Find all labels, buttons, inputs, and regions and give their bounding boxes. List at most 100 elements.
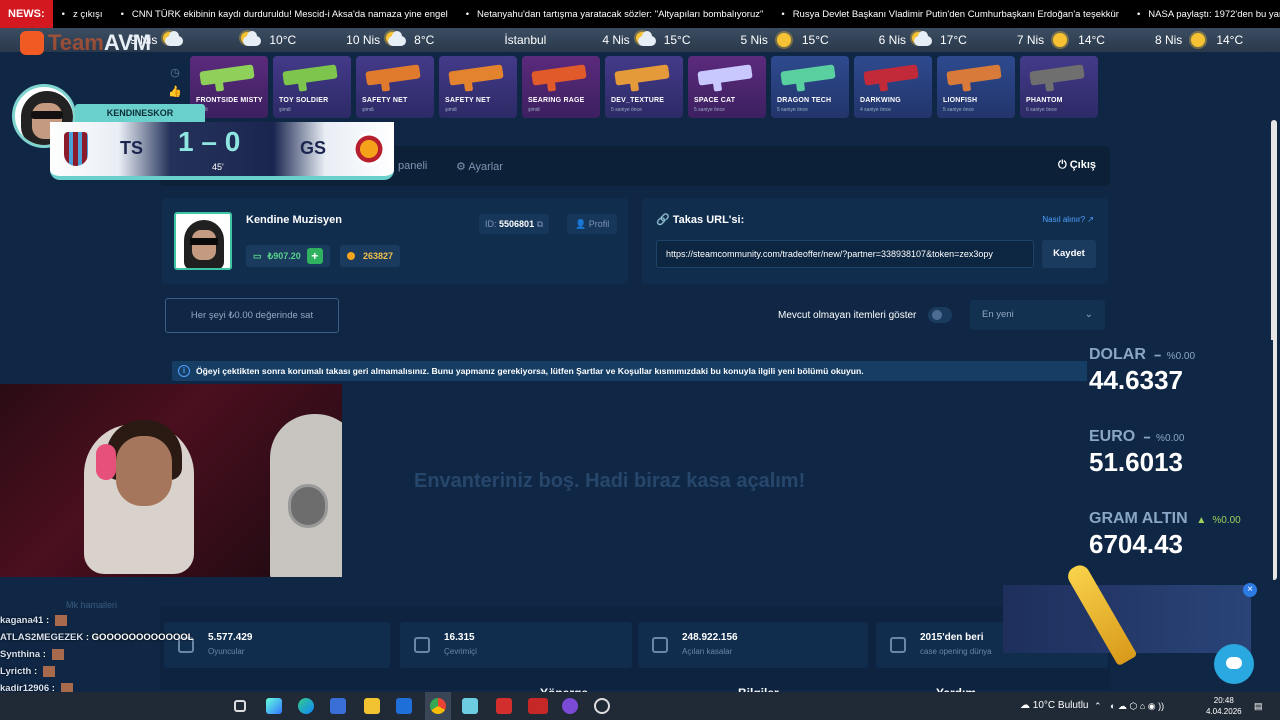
- drop-card[interactable]: SEARING RAGE şimdi: [522, 56, 600, 118]
- drop-name: SAFETY NET: [445, 97, 491, 104]
- clock-date: 4.04.2026: [1206, 707, 1242, 716]
- video-icon[interactable]: [528, 698, 548, 714]
- currency-row: DOLAR ━ %0.00 44.6337: [1089, 346, 1195, 396]
- currency-value: 6704.43: [1089, 529, 1183, 559]
- chrome-icon[interactable]: [430, 698, 446, 714]
- currency-change: %0.00: [1212, 515, 1241, 526]
- drop-card[interactable]: LIONFISH 5 saniye önce: [937, 56, 1015, 118]
- sell-all-button[interactable]: Her şeyi ₺0.00 değerinde sat: [165, 298, 339, 333]
- weapon-skin-icon: [697, 64, 753, 86]
- coins-chip: 263827: [340, 245, 401, 267]
- trade-url-input[interactable]: [656, 240, 1034, 268]
- headset-icon: [96, 444, 116, 480]
- user-icon: 👤: [575, 219, 589, 229]
- emote-icon: [42, 665, 55, 677]
- nav-settings[interactable]: ⚙ Ayarlar: [456, 160, 503, 173]
- weapon-skin-icon: [448, 64, 504, 86]
- taskbar-weather[interactable]: ☁ 10°C Bulutlu: [1020, 700, 1088, 711]
- stat-label: Çevrimiçi: [444, 647, 477, 656]
- stats-area: Mk hamaileri 5.577.429 Oyuncular 16.315 Çev…: [66, 600, 1110, 690]
- currency-value: 44.6337: [1089, 365, 1183, 395]
- scoreboard-overlay: KENDINESKOR TS 1 – 0 45' GS: [12, 84, 394, 182]
- save-trade-url-button[interactable]: Kaydet: [1042, 240, 1096, 268]
- partly-cloudy-icon: [241, 31, 263, 48]
- folder-icon[interactable]: [364, 698, 380, 714]
- chat-username: Lyricth: [0, 666, 32, 677]
- away-crest-icon: [355, 132, 383, 166]
- weather-day: 4 Nis: [602, 33, 630, 47]
- store-icon[interactable]: [330, 698, 346, 714]
- drop-time: 4 saniye önce: [860, 107, 891, 113]
- emote-icon: [51, 648, 64, 660]
- drop-name: SPACE CAT: [694, 97, 736, 104]
- app-icon[interactable]: [462, 698, 478, 714]
- obs-icon[interactable]: [594, 698, 610, 714]
- match-minute: 45': [212, 162, 224, 172]
- logo-prefix: Team: [48, 30, 104, 55]
- close-icon[interactable]: ×: [1243, 583, 1257, 597]
- weapon-skin-icon: [531, 64, 587, 86]
- team-avm-logo: Team AVM: [20, 30, 151, 56]
- tray-icons[interactable]: ◐ ☁ ⬡ ⌂ ◉ )): [1110, 701, 1164, 712]
- notification-icon[interactable]: ▤: [1254, 701, 1263, 712]
- outlook-icon[interactable]: [396, 698, 412, 714]
- weather-temp: 10°C: [269, 33, 297, 47]
- drop-time: 5 saniye önce: [611, 107, 642, 113]
- drop-card[interactable]: DARKWING 4 saniye önce: [854, 56, 932, 118]
- discord-icon[interactable]: [562, 698, 578, 714]
- currency-trend-icon: ━: [1141, 433, 1151, 444]
- copilot-icon[interactable]: [266, 698, 282, 714]
- show-unavailable-label: Mevcut olmayan itemleri göster: [778, 310, 917, 321]
- drop-time: şimdi: [528, 107, 540, 113]
- tray-chevron-icon[interactable]: ⌃: [1094, 701, 1102, 712]
- username: Kendine Muzisyen: [246, 214, 342, 226]
- currency-name: DOLAR: [1089, 346, 1146, 363]
- user-id[interactable]: ID: 5506801 ⧉: [479, 214, 550, 234]
- add-balance-button[interactable]: +: [306, 248, 323, 264]
- profile-button[interactable]: 👤 Profil: [567, 214, 618, 234]
- microphone-icon: [288, 484, 328, 528]
- weather-item: 10 Nis 8°C: [346, 31, 434, 48]
- clock-time: 20:48: [1213, 696, 1234, 705]
- weather-item: 8 Nis 14°C: [1155, 32, 1243, 48]
- drop-time: 6 saniye önce: [1026, 107, 1057, 113]
- weather-day: İstanbul: [504, 33, 547, 47]
- how-to-get-link[interactable]: Nasıl alınır? ↗: [1042, 215, 1094, 224]
- drop-name: LIONFISH: [943, 97, 978, 104]
- coin-icon: [347, 252, 355, 260]
- currency-change: %0.00: [1156, 433, 1185, 444]
- skull-logo-icon: [20, 31, 44, 55]
- task-view-icon[interactable]: [234, 700, 246, 712]
- thumbs-up-icon[interactable]: 👍: [168, 85, 182, 98]
- edge-icon[interactable]: [298, 698, 314, 714]
- stream-chat: kagana41 : ATLAS2MEGEZEK : GOOOOOOOOOOOO…: [0, 612, 200, 702]
- support-chat-button[interactable]: [1214, 644, 1254, 684]
- logout-button[interactable]: ⏻ Çıkış: [1058, 159, 1096, 172]
- webcam-feed: [0, 384, 342, 577]
- kick-icon[interactable]: [496, 698, 512, 714]
- id-value: 5506801: [499, 219, 535, 229]
- weapon-skin-icon: [282, 64, 338, 86]
- drop-card[interactable]: DEV_TEXTURE 5 saniye önce: [605, 56, 683, 118]
- taskbar-clock[interactable]: 20:48 4.04.2026: [1206, 695, 1242, 717]
- drop-card[interactable]: PHANTOM 6 saniye önce: [1020, 56, 1098, 118]
- show-unavailable-toggle[interactable]: [928, 307, 952, 323]
- weather-temp: 15°C: [801, 33, 829, 47]
- sort-select[interactable]: En yeni ⌄: [970, 300, 1105, 330]
- weather-day: 6 Nis: [878, 33, 906, 47]
- profile-card: Kendine Muzisyen ID: 5506801 ⧉ 👤 Profil …: [162, 198, 628, 284]
- avatar: [174, 212, 232, 270]
- nav-panel[interactable]: paneli: [398, 160, 427, 172]
- chat-username: ATLAS2MEGEZEK: [0, 632, 84, 643]
- weapon-skin-icon: [780, 64, 836, 86]
- drop-card[interactable]: SAFETY NET şimdi: [439, 56, 517, 118]
- stat-value: 2015'den beri: [920, 632, 984, 643]
- drop-card[interactable]: SPACE CAT 5 saniye önce: [688, 56, 766, 118]
- empty-inventory-message: Envanteriniz boş. Hadi biraz kasa açalım…: [414, 470, 806, 492]
- news-item: NASA paylaştı: 1972'den bu yana ilk! 'Me…: [1128, 9, 1280, 20]
- drop-card[interactable]: DRAGON TECH 5 saniye önce: [771, 56, 849, 118]
- stat-value: 248.922.156: [682, 632, 738, 643]
- currency-row: GRAM ALTIN ▲ %0.00 6704.43: [1089, 510, 1241, 560]
- clock-icon[interactable]: ◷: [170, 66, 180, 79]
- partly-cloudy-icon: [635, 31, 658, 48]
